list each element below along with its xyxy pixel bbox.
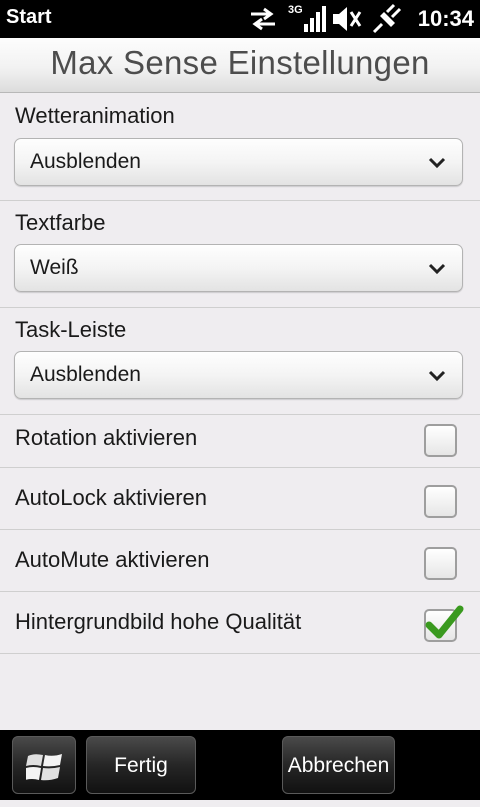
text-color-setting: Textfarbe Weiß	[0, 201, 480, 308]
hq-wallpaper-checkbox[interactable]	[424, 605, 464, 642]
weather-label: Wetteranimation	[15, 103, 175, 128]
weather-dropdown[interactable]: Ausblenden	[14, 138, 463, 186]
page-header: Max Sense Einstellungen	[0, 38, 480, 93]
rotation-label: Rotation aktivieren	[15, 425, 198, 450]
data-transfer-icon	[248, 6, 278, 37]
charging-plug-icon	[370, 3, 404, 40]
bottom-bar: Fertig Abbrechen	[0, 730, 480, 800]
taskbar-dropdown-value: Ausblenden	[30, 363, 141, 386]
done-button[interactable]: Fertig	[86, 736, 196, 794]
status-bar: Start 3G 10:34	[0, 0, 480, 38]
automute-setting[interactable]: AutoMute aktivieren	[0, 530, 480, 592]
status-clock: 10:34	[417, 6, 474, 31]
rotation-setting[interactable]: Rotation aktivieren	[0, 415, 480, 468]
autolock-setting[interactable]: AutoLock aktivieren	[0, 468, 480, 530]
start-button[interactable]	[12, 736, 76, 794]
cancel-button[interactable]: Abbrechen	[282, 736, 395, 794]
text-color-label: Textfarbe	[15, 210, 106, 235]
windows-flag-icon	[25, 749, 64, 807]
taskbar-label: Task-Leiste	[15, 317, 127, 342]
hq-wallpaper-label: Hintergrundbild hohe Qualität	[15, 609, 302, 634]
autolock-checkbox[interactable]	[424, 485, 457, 518]
weather-setting: Wetteranimation Ausblenden	[0, 93, 480, 201]
taskbar-setting: Task-Leiste Ausblenden	[0, 308, 480, 415]
autolock-label: AutoLock aktivieren	[15, 485, 207, 510]
chevron-down-icon	[428, 262, 446, 280]
automute-checkbox[interactable]	[424, 547, 457, 580]
text-color-dropdown[interactable]: Weiß	[14, 244, 463, 292]
weather-dropdown-value: Ausblenden	[30, 150, 141, 173]
status-title[interactable]: Start	[6, 6, 52, 29]
chevron-down-icon	[428, 369, 446, 387]
rotation-checkbox[interactable]	[424, 424, 457, 457]
checkmark-icon	[424, 603, 464, 648]
signal-strength-icon: 3G	[288, 2, 328, 39]
automute-label: AutoMute aktivieren	[15, 547, 210, 572]
text-color-dropdown-value: Weiß	[30, 256, 79, 279]
sound-muted-icon	[330, 4, 362, 39]
chevron-down-icon	[428, 156, 446, 174]
network-type-label: 3G	[288, 4, 303, 16]
hq-wallpaper-setting[interactable]: Hintergrundbild hohe Qualität	[0, 592, 480, 654]
page-title: Max Sense Einstellungen	[50, 44, 430, 81]
taskbar-dropdown[interactable]: Ausblenden	[14, 351, 463, 399]
